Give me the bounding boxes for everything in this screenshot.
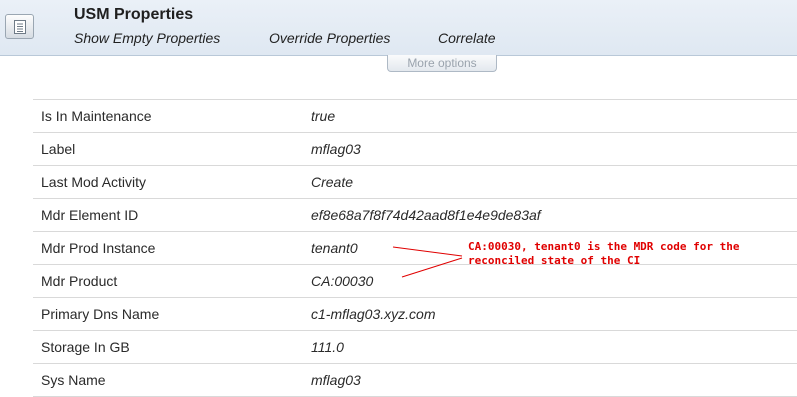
annotation-line-2: reconciled state of the CI	[468, 254, 641, 267]
annotation-arrows	[392, 246, 463, 278]
arrow-to-mdr-product	[401, 257, 463, 278]
annotation-note: CA:00030, tenant0 is the MDR code for th…	[468, 240, 797, 268]
annotation-line-1: CA:00030, tenant0 is the MDR code for th…	[468, 240, 740, 253]
arrow-to-prod-instance	[392, 246, 463, 257]
